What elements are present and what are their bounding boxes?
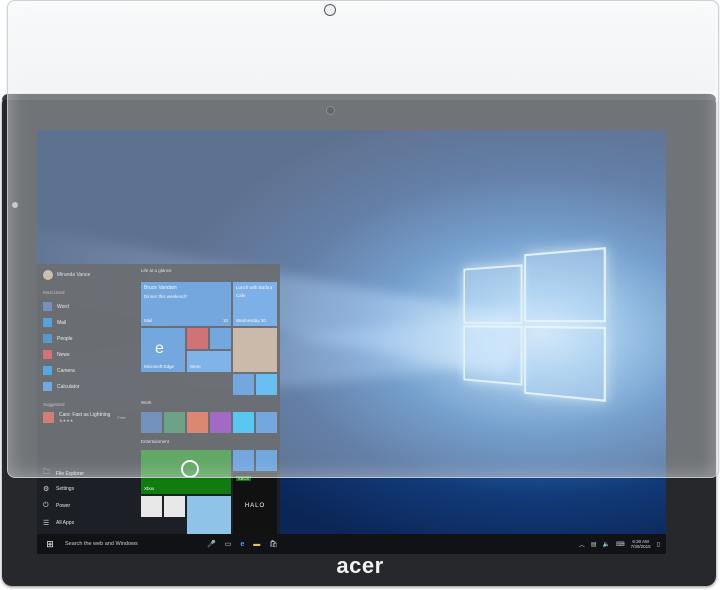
windows-icon: ⊞ <box>46 538 54 549</box>
file-explorer-icon[interactable]: ▬ <box>253 541 260 548</box>
taskbar-pinned-apps: 🎤 ▭ e ▬ 🛍 <box>207 540 278 549</box>
bottom-item-label: Power <box>56 503 71 509</box>
store-icon[interactable]: 🛍 <box>269 540 278 548</box>
screen-protector-top <box>8 1 716 91</box>
solitaire-tile[interactable] <box>141 496 162 517</box>
search-box[interactable]: Search the web and Windows <box>63 541 195 547</box>
task-view-icon[interactable]: ▭ <box>225 540 232 548</box>
edge-icon[interactable]: e <box>240 541 244 548</box>
keyboard-icon[interactable]: ⌨ <box>616 541 625 548</box>
network-icon[interactable]: ▤ <box>591 541 597 548</box>
clock-date: 7/30/2015 <box>630 544 651 549</box>
action-center-icon[interactable]: ▯ <box>657 541 660 548</box>
halo-tile[interactable]: XBOX HALO <box>233 473 277 534</box>
frozen-tile[interactable] <box>187 496 231 534</box>
microphone-icon[interactable]: 🎤 <box>207 540 216 548</box>
taskbar: ⊞ Search the web and Windows 🎤 ▭ e ▬ 🛍 ︿… <box>37 534 666 554</box>
xbox-tile-label: Xbox <box>144 486 155 491</box>
halo-tile-label: HALO <box>244 503 266 509</box>
volume-icon[interactable]: 🔈 <box>603 541 610 548</box>
clock[interactable]: 6:30 AM 7/30/2015 <box>631 539 651 549</box>
chevron-up-icon[interactable]: ︿ <box>579 540 585 549</box>
all-apps-item[interactable]: ☰ All Apps <box>43 519 74 527</box>
power-icon: ⏻ <box>43 502 49 509</box>
all-apps-icon: ☰ <box>43 520 50 527</box>
gear-icon: ⚙ <box>43 486 50 493</box>
system-tray: ︿ ▤ 🔈 ⌨ 6:30 AM 7/30/2015 ▯ <box>579 539 666 549</box>
bottom-item-label: All Apps <box>56 520 75 526</box>
settings-item[interactable]: ⚙ Settings <box>43 485 74 493</box>
bottom-item-label: Settings <box>56 486 75 492</box>
brand-logo: acer <box>336 553 384 578</box>
camera-cutout-icon <box>324 4 336 16</box>
power-item[interactable]: ⏻ Power <box>43 502 70 510</box>
start-button[interactable]: ⊞ <box>37 534 63 554</box>
iheart-tile[interactable] <box>164 496 185 517</box>
